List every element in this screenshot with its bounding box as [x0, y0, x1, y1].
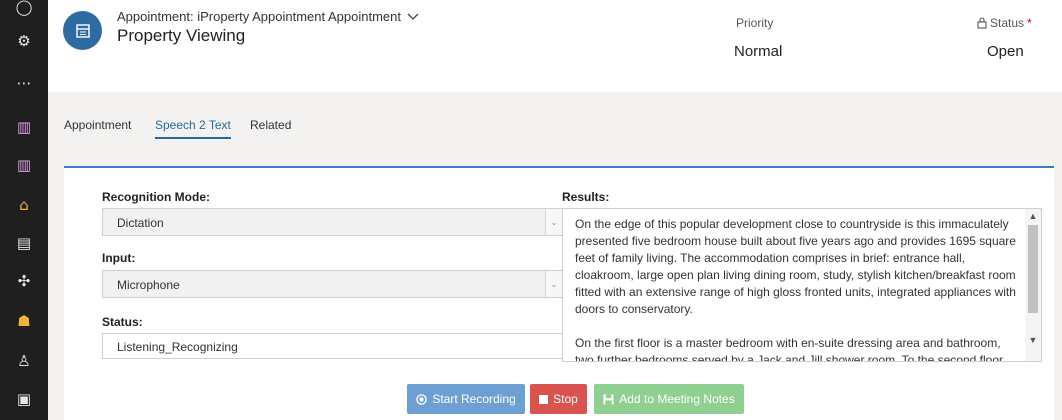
puzzle-icon[interactable]: ✣	[0, 266, 48, 296]
more-icon[interactable]: ⋯	[0, 68, 48, 98]
calendar-icon	[75, 23, 90, 38]
scroll-down-icon[interactable]: ▼	[1025, 333, 1041, 347]
user-settings-icon[interactable]: ☗	[0, 306, 48, 336]
add-to-meeting-notes-button[interactable]: Add to Meeting Notes	[594, 384, 744, 414]
stop-icon	[539, 394, 549, 404]
recognition-mode-label: Recognition Mode:	[102, 190, 210, 204]
priority-label: Priority	[736, 16, 774, 30]
results-label: Results:	[562, 190, 610, 204]
add-to-meeting-notes-label: Add to Meeting Notes	[619, 392, 735, 406]
page-title: Property Viewing	[117, 26, 246, 45]
status-field[interactable]: Listening_Recognizing	[102, 333, 563, 359]
entity-avatar	[63, 11, 102, 50]
status-value[interactable]: Open	[987, 43, 1024, 60]
speech-panel: Recognition Mode: Dictation ⌄ Input: Mic…	[64, 166, 1054, 420]
scroll-thumb[interactable]	[1028, 225, 1038, 313]
entity-type-label: Appointment: iProperty Appointment Appoi…	[117, 9, 402, 24]
lock-icon	[977, 17, 987, 29]
recognition-mode-value: Dictation	[117, 216, 164, 230]
status-field-label: Status:	[102, 315, 143, 329]
tab-speech-2-text[interactable]: Speech 2 Text	[155, 118, 231, 139]
form-tabs: Appointment Speech 2 Text Related	[48, 92, 1062, 162]
results-text: On the edge of this popular development …	[575, 217, 1016, 362]
start-recording-label: Start Recording	[432, 392, 516, 406]
clipboard-icon[interactable]: ▤	[0, 228, 48, 258]
chart-icon[interactable]: ▥	[0, 150, 48, 180]
input-value: Microphone	[117, 278, 180, 292]
left-nav: ◯ ⚙ ⋯ ▥ ▥ ⌂ ▤ ✣ ☗ ♙ ▣	[0, 0, 48, 420]
priority-value[interactable]: Normal	[734, 43, 782, 60]
input-label: Input:	[102, 251, 136, 265]
entity-type-selector[interactable]: Appointment: iProperty Appointment Appoi…	[117, 9, 419, 24]
input-select[interactable]: Microphone ⌄	[102, 270, 563, 298]
tab-related[interactable]: Related	[250, 118, 291, 132]
chevron-down-icon	[407, 13, 419, 20]
save-icon	[603, 393, 614, 405]
results-textarea[interactable]: On the edge of this popular development …	[562, 208, 1042, 362]
status-label: Status	[990, 16, 1025, 30]
record-header: Appointment: iProperty Appointment Appoi…	[48, 0, 1062, 92]
results-scrollbar[interactable]: ▲ ▼	[1025, 209, 1041, 361]
calendar-icon[interactable]: ▣	[0, 384, 48, 414]
tab-appointment[interactable]: Appointment	[64, 118, 131, 132]
status-label-group: Status *	[977, 16, 1032, 30]
stop-button[interactable]: Stop	[530, 384, 587, 414]
circle-icon[interactable]: ◯	[0, 0, 48, 22]
dropdown-arrow-icon: ⌄	[545, 271, 562, 297]
person-icon[interactable]: ♙	[0, 346, 48, 376]
recognition-mode-select[interactable]: Dictation ⌄	[102, 208, 563, 236]
record-icon	[416, 393, 428, 405]
required-mark: *	[1027, 16, 1032, 30]
home-icon[interactable]: ⌂	[0, 190, 48, 220]
dropdown-arrow-icon: ⌄	[545, 209, 562, 235]
start-recording-button[interactable]: Start Recording	[407, 384, 525, 414]
settings-icon[interactable]: ⚙	[0, 26, 48, 56]
stop-label: Stop	[553, 392, 578, 406]
scroll-up-icon[interactable]: ▲	[1025, 209, 1041, 223]
chart-icon[interactable]: ▥	[0, 112, 48, 142]
